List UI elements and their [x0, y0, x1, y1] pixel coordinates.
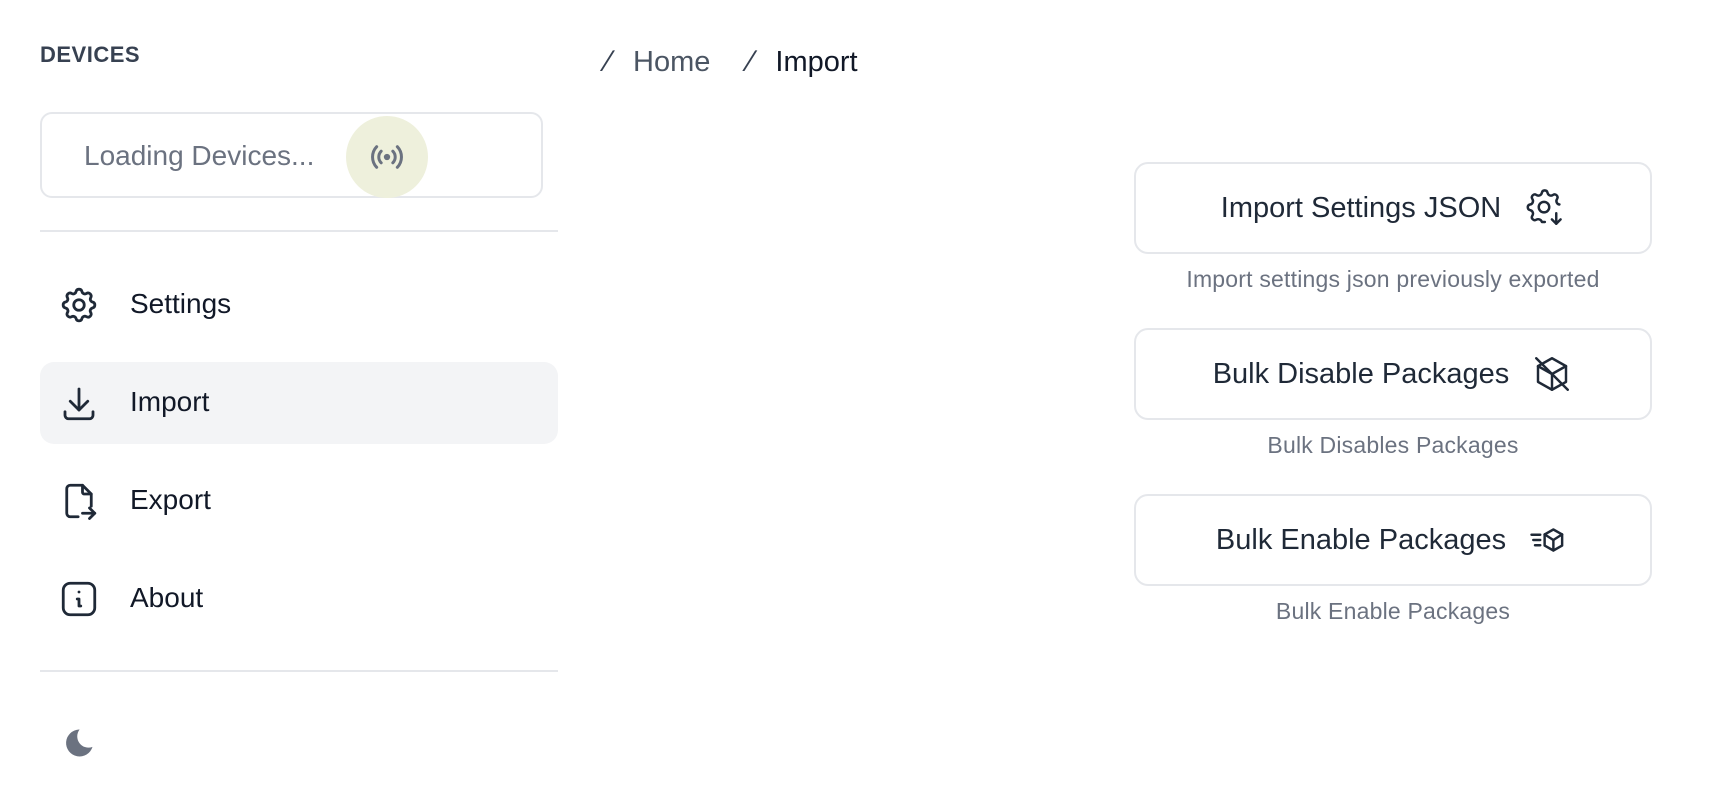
- file-export-icon: [58, 480, 100, 522]
- moon-icon[interactable]: [58, 722, 100, 764]
- sidebar-item-label: Export: [130, 484, 211, 515]
- action-label: Import Settings JSON: [1220, 191, 1502, 224]
- sidebar-heading: DEVICES: [40, 42, 141, 67]
- breadcrumb-current: Import: [775, 45, 858, 78]
- action-bulk-disable: Bulk Disable Packages Bulk Disables Pack…: [1134, 328, 1652, 459]
- sidebar-item-label: Settings: [130, 288, 232, 319]
- sidebar: DEVICES Loading Devices... Settings Impo…: [40, 0, 558, 794]
- sidebar-divider-top: [40, 230, 558, 232]
- action-import-settings: Import Settings JSON Import settings jso…: [1134, 162, 1652, 293]
- sidebar-item-label: Import: [130, 386, 210, 417]
- info-icon: [58, 578, 100, 620]
- action-label: Bulk Enable Packages: [1215, 523, 1507, 556]
- package-off-icon: [1531, 353, 1573, 395]
- breadcrumb-home-link[interactable]: Home: [633, 46, 710, 79]
- import-settings-button[interactable]: Import Settings JSON: [1134, 162, 1652, 254]
- sidebar-item-settings[interactable]: Settings: [40, 264, 558, 346]
- action-description: Bulk Enable Packages: [1275, 598, 1511, 624]
- action-label: Bulk Disable Packages: [1212, 357, 1510, 390]
- sidebar-item-about[interactable]: About: [40, 558, 558, 640]
- sidebar-item-export[interactable]: Export: [40, 460, 558, 542]
- sidebar-divider-bottom: [40, 670, 558, 672]
- device-selector-label: Loading Devices...: [84, 140, 315, 171]
- bulk-disable-button[interactable]: Bulk Disable Packages: [1134, 328, 1652, 420]
- action-bulk-enable: Bulk Enable Packages Bulk Enable Package…: [1134, 494, 1652, 625]
- bulk-enable-button[interactable]: Bulk Enable Packages: [1134, 494, 1652, 586]
- breadcrumb-separator: ∕: [606, 45, 612, 78]
- breadcrumb-separator: ∕: [748, 45, 754, 78]
- gear-icon: [58, 284, 100, 326]
- device-selector[interactable]: Loading Devices...: [40, 112, 543, 198]
- breadcrumb: ∕ Home ∕ Import: [606, 42, 858, 82]
- action-description: Import settings json previously exported: [1186, 266, 1600, 292]
- sidebar-item-label: About: [130, 582, 204, 613]
- gear-download-icon: [1523, 187, 1565, 229]
- package-fast-icon: [1528, 519, 1570, 561]
- radio-signal-icon: [346, 116, 428, 198]
- download-icon: [58, 382, 100, 424]
- action-description: Bulk Disables Packages: [1267, 432, 1519, 458]
- sidebar-item-import[interactable]: Import: [40, 362, 558, 444]
